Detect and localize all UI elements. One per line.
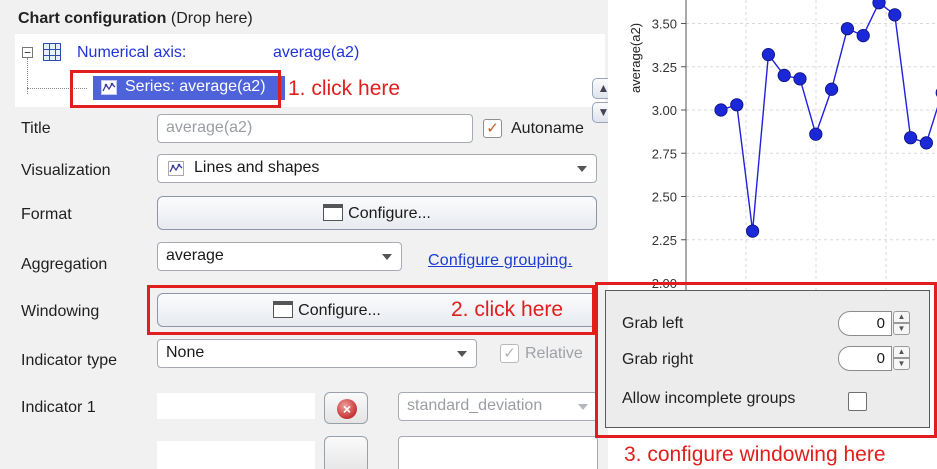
visualization-value: Lines and shapes <box>194 159 320 176</box>
annotation-step-2: 2. click here <box>451 298 564 321</box>
data-point <box>777 68 791 83</box>
y-tick-label: 3.50 <box>652 17 677 32</box>
chevron-down-icon <box>578 404 588 410</box>
collapse-icon[interactable]: − <box>22 47 33 58</box>
panel-title: Chart configuration <box>18 10 167 27</box>
indicator-2-remove-button[interactable] <box>324 436 368 469</box>
indicator-2-color-box[interactable] <box>157 441 315 469</box>
data-point <box>809 127 823 141</box>
annotation-step-1: 1. click here <box>288 77 401 100</box>
format-configure-label: Configure... <box>348 205 431 222</box>
autoname-label: Autoname <box>511 120 584 137</box>
data-point <box>919 136 933 150</box>
relative-checkbox[interactable]: ✓ <box>500 344 519 363</box>
title-label: Title <box>21 120 51 137</box>
autoname-checkbox[interactable]: ✓ <box>483 119 502 138</box>
format-label: Format <box>21 206 72 223</box>
title-input[interactable]: average(a2) <box>157 114 473 143</box>
indicator-1-remove-button[interactable]: × <box>324 392 368 424</box>
indicator-type-select[interactable]: None <box>157 339 477 368</box>
data-point <box>714 103 728 117</box>
data-point <box>825 82 839 96</box>
indicator-1-color-box[interactable] <box>157 393 315 419</box>
data-point <box>856 29 870 43</box>
numerical-axis-value[interactable]: average(a2) <box>273 44 359 62</box>
y-tick-label: 2.50 <box>652 190 677 205</box>
highlight-popup <box>595 282 937 438</box>
data-point <box>793 72 807 86</box>
indicator-2-select[interactable] <box>398 436 598 469</box>
remove-icon: × <box>337 399 357 419</box>
y-axis-label: average(a2) <box>628 23 643 93</box>
data-point <box>840 22 854 36</box>
annotation-step-3: 3. configure windowing here <box>624 443 886 466</box>
chevron-down-icon <box>382 254 392 260</box>
y-tick-label: 2.25 <box>652 233 677 248</box>
data-point <box>872 0 886 10</box>
y-tick-label: 2.75 <box>652 146 677 161</box>
data-point <box>746 224 760 238</box>
aggregation-value: average <box>166 247 224 264</box>
numerical-axis-label[interactable]: Numerical axis: <box>77 44 186 62</box>
plot-background <box>686 0 937 292</box>
relative-label: Relative <box>525 345 583 362</box>
configure-grouping-link[interactable]: Configure grouping. <box>428 252 572 270</box>
data-point <box>761 48 775 62</box>
axis-grid-icon <box>43 43 61 61</box>
highlight-series <box>70 70 281 108</box>
line-chart-icon <box>168 161 184 176</box>
data-point <box>888 8 902 22</box>
format-configure-button[interactable]: Configure... <box>157 196 597 230</box>
visualization-label: Visualization <box>21 162 111 179</box>
visualization-select[interactable]: Lines and shapes <box>157 154 597 183</box>
line-chart: 3.503.253.002.752.502.252.00average(a2) <box>628 0 937 292</box>
indicator-type-value: None <box>166 344 205 361</box>
aggregation-label: Aggregation <box>21 256 108 273</box>
windowing-label: Windowing <box>21 303 100 320</box>
chevron-down-icon <box>457 351 467 357</box>
y-tick-label: 3.25 <box>652 60 677 75</box>
panel-drop-hint: (Drop here) <box>170 10 253 27</box>
data-point <box>730 98 744 112</box>
indicator-1-label: Indicator 1 <box>21 399 96 416</box>
indicator-1-select[interactable]: standard_deviation <box>398 392 598 421</box>
window-icon <box>323 204 344 221</box>
chart-area: 3.50 3.25 3.00 2.75 2.50 2.25 2.00 average(a2) <box>608 0 937 292</box>
y-tick-label: 3.00 <box>652 103 677 118</box>
data-point <box>903 131 918 145</box>
chevron-down-icon <box>577 166 587 172</box>
indicator-type-label: Indicator type <box>21 352 118 369</box>
indicator-1-value: standard_deviation <box>407 397 543 414</box>
aggregation-select[interactable]: average <box>157 242 402 271</box>
panel-header: Chart configuration (Drop here) <box>18 10 253 28</box>
